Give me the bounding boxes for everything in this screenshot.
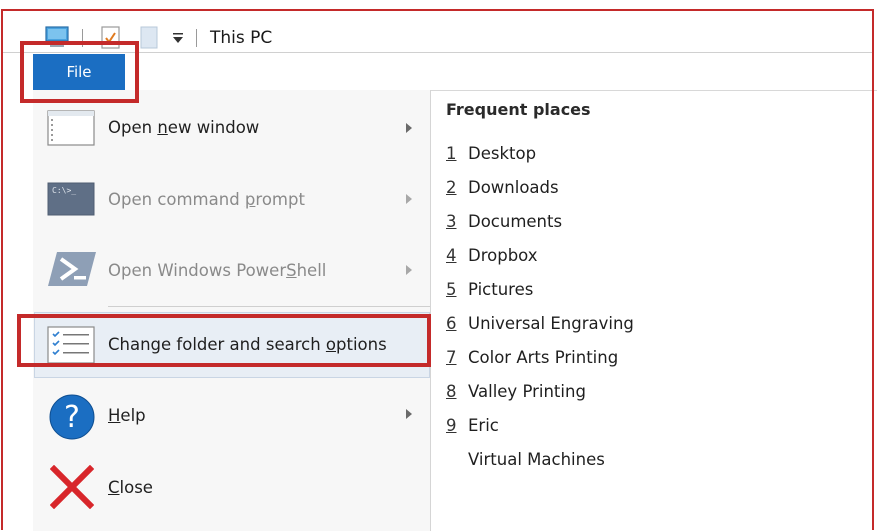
title-bar: This PC: [0, 12, 877, 49]
toolbar-separator: [196, 29, 197, 47]
open-command-prompt-item[interactable]: C:\>_ Open command prompt: [34, 167, 430, 233]
menu-item-label: Close: [108, 478, 153, 497]
submenu-arrow-icon: [406, 409, 412, 419]
toolbar-separator: [82, 29, 83, 47]
menu-divider: [108, 306, 430, 307]
menu-item-label: Open command prompt: [108, 190, 305, 209]
ribbon-divider: [3, 52, 874, 53]
help-item[interactable]: ? Help: [34, 384, 430, 450]
close-item[interactable]: Close: [34, 455, 430, 521]
command-prompt-icon: C:\>_: [47, 182, 95, 216]
file-tab[interactable]: File: [33, 54, 125, 90]
menu-item-label: Open Windows PowerShell: [108, 261, 327, 280]
frequent-places-header: Frequent places: [446, 100, 591, 119]
open-new-window-item[interactable]: Open new window: [34, 96, 430, 162]
window-title: This PC: [210, 28, 273, 48]
menu-item-label: Open new window: [108, 118, 260, 137]
submenu-arrow-icon: [406, 194, 412, 204]
powershell-icon: [48, 252, 96, 286]
window-icon: [47, 110, 95, 146]
change-folder-options-item[interactable]: Change folder and search options: [34, 312, 430, 378]
help-icon: ?: [49, 394, 95, 440]
svg-text:C:\>_: C:\>_: [52, 186, 76, 195]
menu-item-label: Help: [108, 406, 146, 425]
folder-options-icon: [47, 326, 95, 364]
customize-toolbar-icon[interactable]: [172, 30, 184, 46]
open-powershell-item[interactable]: Open Windows PowerShell: [34, 238, 430, 304]
properties-icon[interactable]: [100, 25, 122, 51]
submenu-arrow-icon: [406, 123, 412, 133]
computer-icon[interactable]: [44, 25, 70, 49]
close-icon: [50, 465, 94, 509]
svg-text:?: ?: [64, 400, 80, 435]
submenu-arrow-icon: [406, 265, 412, 275]
new-folder-icon[interactable]: [138, 25, 160, 51]
menu-item-label: Change folder and search options: [108, 335, 387, 354]
